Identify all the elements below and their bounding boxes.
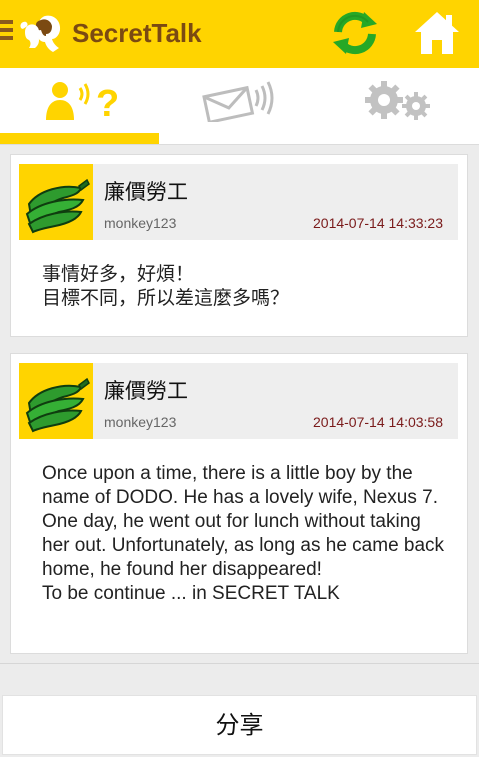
banana-avatar[interactable] (19, 164, 93, 240)
post-card[interactable]: 廉價勞工 monkey123 2014-07-14 14:33:23 事情好多，… (10, 154, 468, 337)
who-is-talking-icon: ? (46, 82, 119, 122)
post-timestamp: 2014-07-14 14:33:23 (313, 215, 443, 231)
post-card[interactable]: 廉價勞工 monkey123 2014-07-14 14:03:58 Once … (10, 353, 468, 654)
author-handle: monkey123 (104, 414, 177, 430)
post-header: 廉價勞工 monkey123 2014-07-14 14:03:58 (19, 363, 458, 439)
author-name: 廉價勞工 (104, 379, 188, 403)
list-divider (0, 663, 479, 664)
refresh-icon[interactable] (330, 10, 380, 56)
tab-bar: ? (0, 68, 479, 145)
selected-tab-indicator (0, 133, 159, 144)
banana-avatar[interactable] (19, 363, 93, 439)
hamburger-menu-icon[interactable] (0, 20, 13, 46)
share-button[interactable]: 分享 (2, 695, 477, 755)
post-header: 廉價勞工 monkey123 2014-07-14 14:33:23 (19, 164, 458, 240)
author-handle: monkey123 (104, 215, 177, 231)
silhouette-logo-icon[interactable] (19, 12, 63, 54)
author-name: 廉價勞工 (104, 180, 188, 204)
post-body: Once upon a time, there is a little boy … (42, 463, 445, 604)
action-bar: SecretTalk (0, 0, 479, 68)
home-icon[interactable] (413, 10, 461, 56)
settings-gears-icon (365, 81, 430, 120)
svg-text:?: ? (96, 83, 119, 122)
message-envelope-icon (202, 81, 274, 122)
post-body: 事情好多，好煩！ 目標不同，所以差這麼多嗎？ (42, 264, 290, 309)
tab-messages[interactable] (160, 68, 320, 145)
tab-settings[interactable] (320, 68, 479, 145)
app-title: SecretTalk (72, 18, 202, 48)
post-timestamp: 2014-07-14 14:03:58 (313, 414, 443, 430)
